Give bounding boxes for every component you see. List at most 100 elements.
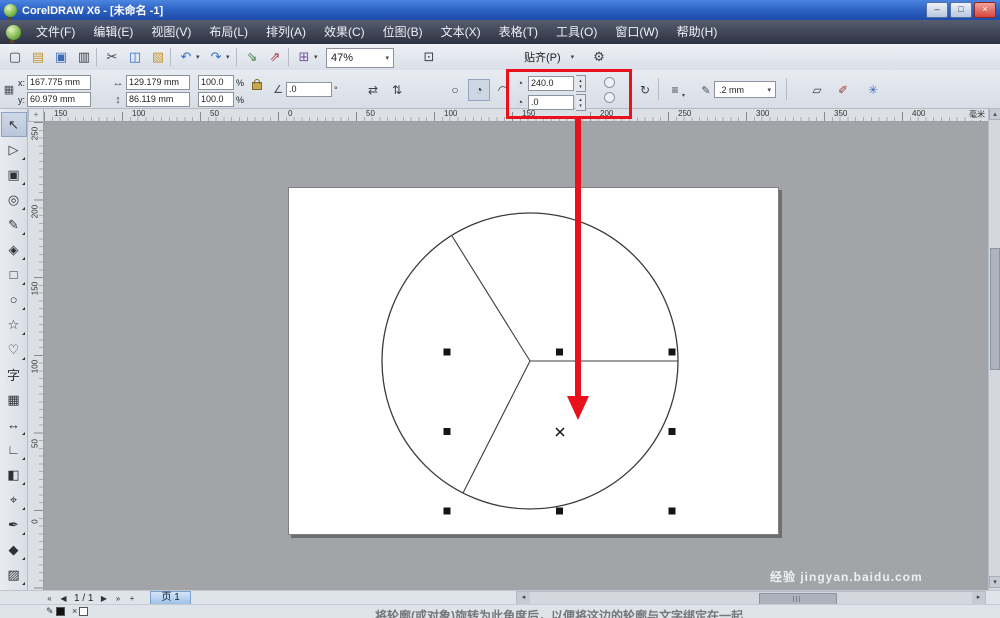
rectangle-tool[interactable]: □ (1, 262, 27, 287)
vertical-scrollbar[interactable]: ▴ ▾ (988, 108, 1000, 590)
paste-button[interactable]: ▧ (147, 47, 169, 67)
snap-to-dropdown[interactable]: 贴齐(P) ▾ (520, 47, 578, 67)
selection-handle[interactable] (556, 508, 563, 515)
copy-button[interactable]: ◫ (124, 47, 146, 67)
scale-x-field[interactable]: 100.0 (198, 75, 234, 90)
arc-mode-button[interactable]: ◠ (492, 79, 514, 101)
cut-button[interactable]: ✂ (101, 47, 123, 67)
convert-to-curves-button[interactable]: ▱ (806, 79, 828, 101)
end-angle-field[interactable]: .0 (528, 95, 574, 110)
canvas-area[interactable]: 经验 jingyan.baidu.com (44, 122, 988, 590)
menu-item-7[interactable]: 位图(B) (374, 20, 432, 44)
export-button[interactable]: ⇗ (264, 47, 286, 67)
next-page-button[interactable]: ▶ (98, 592, 109, 605)
import-button[interactable]: ⇘ (241, 47, 263, 67)
smart-fill-tool[interactable]: ◈ (1, 237, 27, 262)
selection-handle[interactable] (444, 349, 451, 356)
pie-divider-line[interactable] (463, 361, 530, 493)
end-angle-option-button[interactable] (604, 92, 615, 103)
blend-tool[interactable]: ◧ (1, 462, 27, 487)
wrap-text-button[interactable]: ≡ ▾ (664, 79, 686, 101)
outline-width-combo[interactable]: .2 mm ▾ (714, 81, 776, 98)
scroll-left-arrow[interactable]: ◂ (517, 592, 530, 604)
menu-item-4[interactable]: 布局(L) (200, 20, 257, 44)
start-angle-spinner[interactable]: ▴ ▾ (576, 75, 586, 92)
fill-tool[interactable]: ◆ (1, 537, 27, 562)
mirror-vertical-button[interactable]: ⇅ (386, 79, 408, 101)
maximize-button[interactable]: □ (950, 2, 972, 18)
save-button[interactable]: ▣ (50, 47, 72, 67)
print-button[interactable]: ▥ (73, 47, 95, 67)
scale-y-field[interactable]: 100.0 (198, 92, 234, 107)
mirror-horizontal-button[interactable]: ⇄ (362, 79, 384, 101)
previous-page-button[interactable]: ◀ (58, 592, 69, 605)
selection-handle[interactable] (444, 428, 451, 435)
add-page-button[interactable]: + (126, 592, 137, 605)
start-angle-field[interactable]: 240.0 (528, 76, 574, 91)
menu-item-12[interactable]: 帮助(H) (668, 20, 727, 44)
crop-tool[interactable]: ▣ (1, 162, 27, 187)
zoom-tool[interactable]: ◎ (1, 187, 27, 212)
interactive-fill-tool[interactable]: ▨ (1, 562, 27, 587)
close-path-button[interactable]: ✐ (832, 79, 854, 101)
end-angle-spinner[interactable]: ▴ ▾ (576, 94, 586, 111)
outline-pen-tool[interactable]: ✒ (1, 512, 27, 537)
redo-button[interactable]: ↷ (205, 47, 227, 67)
x-position-field[interactable]: 167.775 mm (27, 75, 91, 90)
new-document-button[interactable]: ▢ (4, 47, 26, 67)
lock-ratio-button[interactable] (252, 82, 262, 90)
perfect-shapes-button[interactable]: ✳ (862, 79, 884, 101)
menu-item-3[interactable]: 视图(V) (142, 20, 200, 44)
menu-item-9[interactable]: 表格(T) (490, 20, 547, 44)
table-tool[interactable]: ▦ (1, 387, 27, 412)
minimize-button[interactable]: – (926, 2, 948, 18)
selection-handle[interactable] (669, 428, 676, 435)
application-launcher-button[interactable]: ⊞ (293, 47, 315, 67)
selection-handle[interactable] (669, 349, 676, 356)
basic-shapes-tool[interactable]: ♡ (1, 337, 27, 362)
undo-dropdown-icon[interactable]: ▾ (196, 53, 200, 61)
selection-handle[interactable] (669, 508, 676, 515)
freehand-tool[interactable]: ✎ (1, 212, 27, 237)
polygon-tool[interactable]: ☆ (1, 312, 27, 337)
menu-item-11[interactable]: 窗口(W) (606, 20, 667, 44)
connector-tool[interactable]: ∟ (1, 437, 27, 462)
y-position-field[interactable]: 60.979 mm (27, 92, 91, 107)
fullscreen-preview-button[interactable]: ⊡ (418, 47, 440, 67)
last-page-button[interactable]: » (112, 592, 123, 605)
options-button[interactable]: ⚙ (588, 47, 610, 67)
ellipse-mode-button[interactable]: ○ (444, 79, 466, 101)
zoom-level-combo[interactable]: 47% ▾ (326, 48, 394, 68)
change-direction-button[interactable]: ↻ (634, 79, 656, 101)
dimension-tool[interactable]: ↔ (1, 412, 27, 437)
scroll-right-arrow[interactable]: ▸ (972, 592, 985, 604)
ruler-origin-button[interactable]: + (28, 108, 44, 122)
undo-button[interactable]: ↶ (175, 47, 197, 67)
first-page-button[interactable]: « (44, 592, 55, 605)
object-height-field[interactable]: 86.119 mm (126, 92, 190, 107)
redo-dropdown-icon[interactable]: ▾ (226, 53, 230, 61)
pick-tool[interactable]: ↖ (1, 112, 27, 137)
menu-item-5[interactable]: 排列(A) (257, 20, 315, 44)
selection-handle[interactable] (444, 508, 451, 515)
scroll-up-arrow[interactable]: ▴ (989, 108, 1000, 120)
open-button[interactable]: ▤ (27, 47, 49, 67)
menu-item-1[interactable]: 文件(F) (27, 20, 84, 44)
start-angle-option-button[interactable] (604, 77, 615, 88)
eyedropper-tool[interactable]: ⌖ (1, 487, 27, 512)
scroll-down-arrow[interactable]: ▾ (989, 576, 1000, 588)
ellipse-tool[interactable]: ○ (1, 287, 27, 312)
menu-item-8[interactable]: 文本(X) (432, 20, 490, 44)
vertical-ruler[interactable]: 250200150100500 (28, 122, 44, 590)
rotation-angle-field[interactable]: .0 (286, 82, 332, 97)
pie-mode-button[interactable]: ◔ (468, 79, 490, 101)
shape-tool[interactable]: ▷ (1, 137, 27, 162)
horizontal-scrollbar[interactable]: ◂ ▸ (516, 591, 986, 605)
text-tool[interactable]: 字 (1, 362, 27, 387)
vertical-scroll-thumb[interactable] (990, 248, 1000, 370)
menu-item-2[interactable]: 编辑(E) (84, 20, 142, 44)
pie-divider-line[interactable] (452, 236, 530, 361)
selection-handle[interactable] (556, 349, 563, 356)
page-tab[interactable]: 页 1 (150, 591, 190, 605)
launcher-dropdown-icon[interactable]: ▾ (314, 53, 318, 61)
